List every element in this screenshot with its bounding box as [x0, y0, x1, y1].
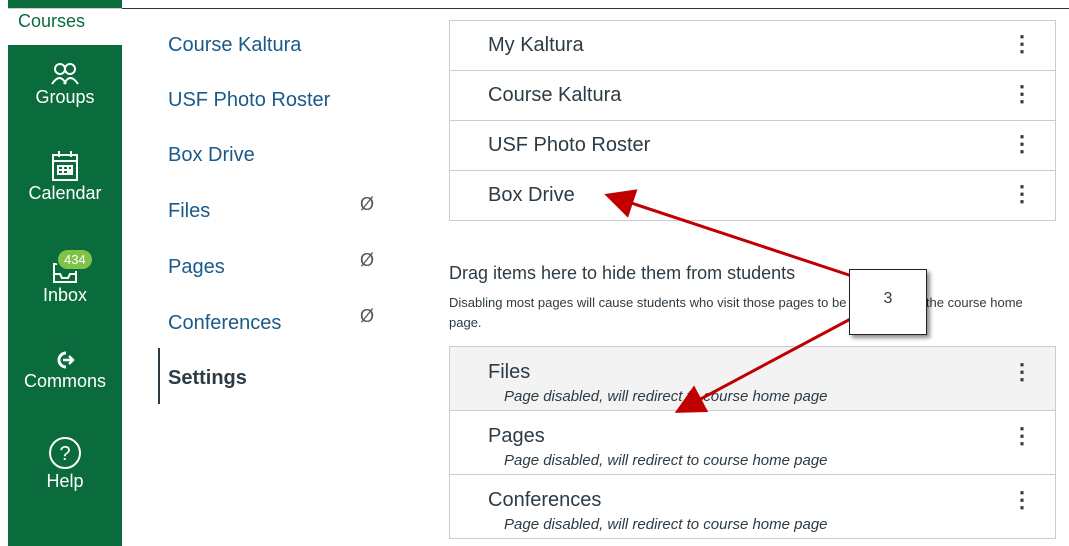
hidden-list-item-name: Pages — [488, 425, 545, 447]
course-nav-link-settings[interactable]: Settings — [168, 367, 247, 390]
nav-list-item-name: Course Kaltura — [488, 84, 622, 106]
commons-icon — [57, 351, 75, 369]
hidden-list-item-note: Page disabled, will redirect to course h… — [504, 388, 828, 405]
course-nav-link-pages[interactable]: Pages — [168, 256, 225, 279]
groups-icon — [51, 63, 79, 85]
hidden-list-item[interactable]: Files Page disabled, will redirect to co… — [450, 347, 1055, 410]
course-nav-link-files[interactable]: Files — [168, 200, 210, 223]
kebab-menu-icon[interactable]: ⋮ — [1011, 359, 1033, 385]
nav-calendar[interactable]: Calendar — [8, 150, 122, 204]
drag-section-title: Drag items here to hide them from studen… — [449, 263, 796, 283]
nav-groups-label: Groups — [35, 87, 95, 107]
nav-calendar-label: Calendar — [28, 183, 102, 203]
nav-groups[interactable]: Groups — [8, 62, 122, 108]
inbox-unread-badge: 434 — [56, 248, 94, 271]
step-callout: 3 — [849, 269, 927, 335]
hidden-eye-icon: Ø — [360, 250, 375, 270]
course-nav-link-box-drive[interactable]: Box Drive — [168, 144, 255, 167]
nav-inbox-label: Inbox — [42, 285, 88, 305]
nav-courses[interactable]: Courses — [8, 8, 122, 45]
nav-help[interactable]: ? Help — [8, 436, 122, 492]
hidden-list-item-note: Page disabled, will redirect to course h… — [504, 516, 828, 533]
nav-list-item[interactable]: USF Photo Roster ⋮ — [450, 120, 1055, 170]
nav-list-item[interactable]: Course Kaltura ⋮ — [450, 70, 1055, 120]
nav-list-item[interactable]: Box Drive ⋮ — [450, 170, 1055, 220]
hidden-list-item[interactable]: Conferences Page disabled, will redirect… — [450, 474, 1055, 538]
course-navigation: Course Kaltura USF Photo Roster Box Driv… — [122, 0, 422, 546]
hidden-eye-icon: Ø — [360, 194, 375, 214]
nav-commons-label: Commons — [23, 371, 107, 391]
kebab-menu-icon[interactable]: ⋮ — [1011, 131, 1033, 157]
hidden-list-item-name: Files — [488, 361, 531, 383]
nav-courses-label: Courses — [18, 11, 86, 31]
hidden-list-item-note: Page disabled, will redirect to course h… — [504, 452, 828, 469]
nav-inbox[interactable]: 434 Inbox — [8, 248, 122, 306]
kebab-menu-icon[interactable]: ⋮ — [1011, 423, 1033, 449]
hidden-list-item[interactable]: Pages Page disabled, will redirect to co… — [450, 410, 1055, 474]
global-navigation: Courses Groups Calendar 434 Inbox Common… — [8, 0, 122, 546]
step-number: 3 — [883, 290, 893, 307]
nav-list-item-name: Box Drive — [488, 184, 575, 206]
hidden-list-item-name: Conferences — [488, 489, 602, 511]
kebab-menu-icon[interactable]: ⋮ — [1011, 487, 1033, 513]
nav-list-item-name: My Kaltura — [488, 34, 584, 56]
calendar-icon — [52, 151, 78, 181]
kebab-menu-icon[interactable]: ⋮ — [1011, 31, 1033, 57]
hidden-nav-list: Files Page disabled, will redirect to co… — [449, 346, 1056, 539]
course-nav-link-conferences[interactable]: Conferences — [168, 312, 281, 335]
enabled-nav-list: My Kaltura ⋮ Course Kaltura ⋮ USF Photo … — [449, 20, 1056, 221]
kebab-menu-icon[interactable]: ⋮ — [1011, 181, 1033, 207]
course-nav-link-usf-photo-roster[interactable]: USF Photo Roster — [168, 89, 330, 112]
course-nav-link-course-kaltura[interactable]: Course Kaltura — [168, 34, 301, 57]
kebab-menu-icon[interactable]: ⋮ — [1011, 81, 1033, 107]
svg-text:?: ? — [59, 443, 70, 465]
drag-section-description: Disabling most pages will cause students… — [449, 295, 1023, 330]
nav-list-item[interactable]: My Kaltura ⋮ — [450, 20, 1055, 70]
help-icon: ? — [49, 437, 81, 469]
nav-commons[interactable]: Commons — [8, 350, 122, 392]
nav-help-label: Help — [46, 471, 84, 491]
active-indicator — [158, 348, 160, 404]
hidden-eye-icon: Ø — [360, 306, 375, 326]
nav-list-item-name: USF Photo Roster — [488, 134, 651, 156]
